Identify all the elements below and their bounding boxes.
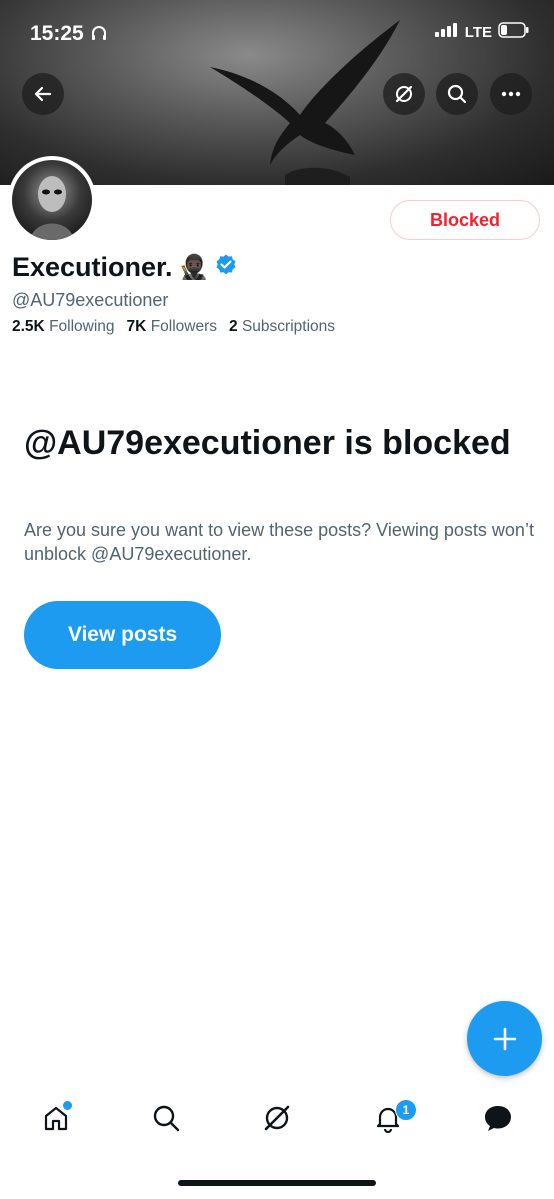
subscriptions-stat[interactable]: 2 Subscriptions (229, 318, 335, 336)
display-name: Executioner. (12, 252, 173, 282)
tab-explore[interactable] (146, 1098, 186, 1138)
name-row: Executioner. 🥷🏿 (12, 252, 238, 283)
followers-stat[interactable]: 7K Followers (127, 318, 217, 336)
grok-icon (395, 85, 413, 103)
verified-icon (214, 253, 238, 282)
blocked-title: @AU79executioner is blocked (24, 424, 511, 462)
more-button[interactable] (490, 73, 532, 115)
home-new-dot (62, 1100, 73, 1111)
back-button[interactable] (22, 73, 64, 115)
blocked-button[interactable]: Blocked (390, 200, 540, 240)
bottom-tab-bar (0, 1090, 554, 1150)
following-stat[interactable]: 2.5K Following (12, 318, 115, 336)
more-icon (501, 91, 521, 97)
avatar-image (12, 160, 92, 240)
network-label: LTE (464, 23, 492, 41)
profile-handle: @AU79executioner (12, 290, 169, 310)
blocked-description: Are you sure you want to view these post… (24, 520, 534, 564)
grok-tab-icon (264, 1105, 290, 1131)
explore-icon (153, 1105, 180, 1132)
ninja-emoji: 🥷🏿 (178, 254, 209, 281)
profile-stats: 2.5K Following 7K Followers 2 Subscripti… (12, 318, 335, 336)
status-bar: 15:25 LTE (0, 0, 554, 68)
profile-avatar[interactable] (8, 156, 96, 244)
tab-messages[interactable] (478, 1098, 518, 1138)
back-arrow-icon (34, 86, 52, 102)
headphones-icon (90, 24, 108, 47)
tab-grok[interactable] (257, 1098, 297, 1138)
status-time: 15:25 (30, 22, 84, 45)
compose-button[interactable] (467, 1001, 542, 1076)
battery-icon (498, 22, 530, 42)
view-posts-button[interactable]: View posts (24, 601, 221, 669)
search-button[interactable] (436, 73, 478, 115)
search-icon (447, 84, 467, 104)
grok-button[interactable] (383, 73, 425, 115)
notifications-badge: 1 (395, 1099, 417, 1121)
messages-icon (485, 1106, 511, 1131)
home-indicator (178, 1180, 376, 1186)
plus-icon (493, 1027, 516, 1050)
signal-icon (434, 23, 459, 41)
